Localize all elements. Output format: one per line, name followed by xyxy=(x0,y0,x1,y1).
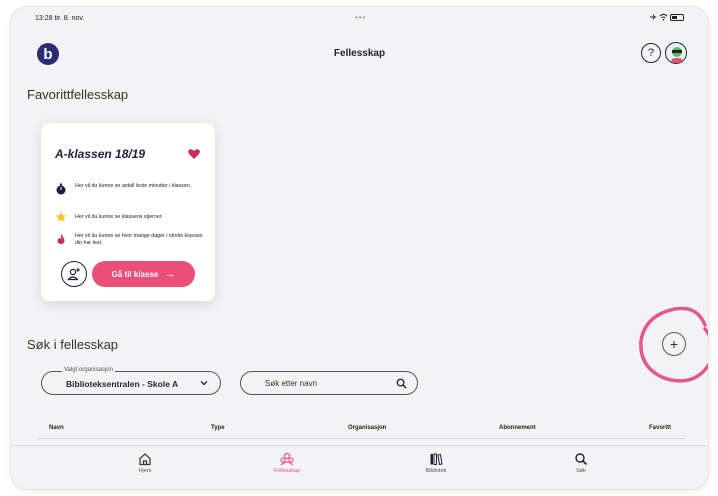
name-search-field[interactable] xyxy=(240,371,418,395)
organization-select-label: Valgt organisasjon xyxy=(62,367,115,373)
page-title: Fellesskap xyxy=(333,48,386,59)
search-icon xyxy=(575,453,588,466)
community-table-header: Navn Type Organisasjon Abonnement Favori… xyxy=(37,421,685,439)
card-title: A-klassen 18/19 xyxy=(55,147,146,161)
add-person-icon xyxy=(67,268,80,281)
tab-label: Søk xyxy=(576,468,586,474)
status-time: 13:28 tir. 8. nov. xyxy=(35,15,85,22)
flame-icon xyxy=(57,234,65,244)
add-member-button[interactable] xyxy=(61,261,87,287)
name-search-input[interactable] xyxy=(241,372,417,394)
organization-select-value: Biblioteksentralen - Skole A xyxy=(66,379,179,389)
stopwatch-icon xyxy=(56,183,66,195)
card-row-text: Her vil du kunne se hvor mange dager i s… xyxy=(75,233,203,246)
go-to-class-button[interactable]: Gå til klasse → xyxy=(92,261,195,287)
avatar-icon xyxy=(671,47,683,63)
card-row-text: Her vil du kunne se antall leste minutte… xyxy=(75,183,192,189)
column-header-type[interactable]: Type xyxy=(211,425,225,431)
tab-community[interactable]: Fellesskap xyxy=(257,452,317,474)
top-navigation-bar: b Fellesskap ? xyxy=(11,41,708,77)
tablet-screen: 13:28 tir. 8. nov. ••• b Fellesskap ? Fa… xyxy=(11,7,708,489)
library-icon xyxy=(430,453,443,466)
avatar[interactable] xyxy=(665,42,687,64)
star-icon xyxy=(55,211,67,222)
tab-search[interactable]: Søk xyxy=(551,452,611,474)
search-heading: Søk i fellesskap xyxy=(27,337,119,352)
status-icons xyxy=(649,13,684,21)
column-header-favorite[interactable]: Favoritt xyxy=(649,425,671,431)
column-header-organization[interactable]: Organisasjon xyxy=(348,425,386,431)
community-icon xyxy=(280,452,294,466)
tab-label: Bibliotek xyxy=(425,468,447,474)
help-button[interactable]: ? xyxy=(641,43,661,63)
highlight-circle-annotation xyxy=(639,306,708,383)
search-icon[interactable] xyxy=(396,378,407,389)
tab-label: Fellesskap xyxy=(273,468,301,474)
organization-select[interactable]: Valgt organisasjon Biblioteksentralen - … xyxy=(41,367,221,395)
card-row-text: Her vil du kunne se klassens stjerner. xyxy=(75,214,163,220)
arrow-right-icon: → xyxy=(164,268,176,280)
battery-icon xyxy=(670,13,684,21)
tab-library[interactable]: Bibliotek xyxy=(406,452,466,474)
go-to-class-label: Gå til klasse xyxy=(111,269,159,279)
heart-icon[interactable] xyxy=(187,147,201,161)
multitask-dots[interactable]: ••• xyxy=(355,13,366,22)
wifi-icon xyxy=(659,13,668,21)
home-icon xyxy=(139,453,151,466)
tab-label: Hjem xyxy=(138,468,152,474)
bottom-tab-bar: Hjem Fellesskap Bibliotek Søk xyxy=(11,445,708,489)
card-row-minutes: Her vil du kunne se antall leste minutte… xyxy=(55,183,205,195)
status-bar: 13:28 tir. 8. nov. ••• xyxy=(11,7,708,27)
card-row-stars: Her vil du kunne se klassens stjerner. xyxy=(55,211,205,223)
airplane-icon xyxy=(649,14,657,20)
card-row-streak: Her vil du kunne se hvor mange dager i s… xyxy=(55,233,205,246)
favorite-community-card: A-klassen 18/19 Her vil du kunne se anta… xyxy=(41,123,215,301)
column-header-name[interactable]: Navn xyxy=(49,425,64,431)
tab-home[interactable]: Hjem xyxy=(115,452,175,474)
favorites-heading: Favorittfellesskap xyxy=(27,87,129,102)
column-header-subscription[interactable]: Abonnement xyxy=(499,425,536,431)
chevron-down-icon xyxy=(200,381,208,386)
